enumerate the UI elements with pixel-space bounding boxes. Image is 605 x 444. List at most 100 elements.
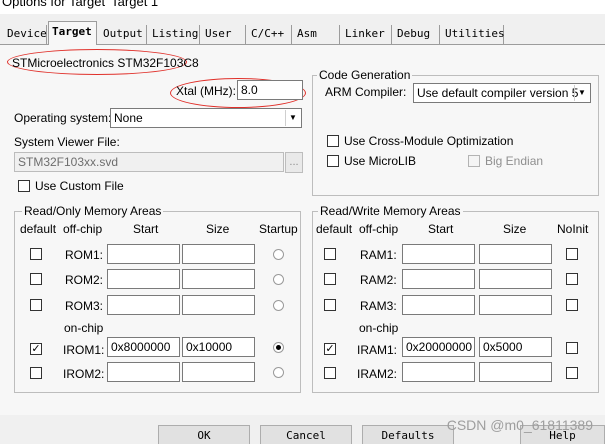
tab-strip: Device Target Output Listing User C/C++ … <box>0 20 605 45</box>
ram1-label: RAM1: <box>360 248 397 262</box>
tab-c-cpp[interactable]: C/C++ <box>247 25 292 44</box>
iram2-start-input[interactable] <box>402 362 475 382</box>
ram2-noinit-checkbox[interactable] <box>566 273 578 285</box>
microlib-label: Use MicroLIB <box>344 154 417 168</box>
tab-output[interactable]: Output <box>99 25 147 44</box>
tab-target[interactable]: Target <box>48 21 97 45</box>
irom2-default-checkbox[interactable] <box>30 367 42 379</box>
irom1-label: IROM1: <box>63 343 105 357</box>
tab-listing[interactable]: Listing <box>148 25 200 44</box>
irom2-startup-radio[interactable] <box>273 367 284 378</box>
ro-header-default: default <box>20 222 57 236</box>
ram2-default-checkbox[interactable] <box>324 273 336 285</box>
rom3-size-input[interactable] <box>182 295 255 315</box>
chevron-down-icon: ▼ <box>285 110 300 126</box>
readonly-memory-title: Read/Only Memory Areas <box>22 204 164 218</box>
tab-user[interactable]: User <box>201 25 246 44</box>
tab-device[interactable]: Device <box>3 25 47 44</box>
readwrite-memory-title: Read/Write Memory Areas <box>318 204 463 218</box>
tab-asm[interactable]: Asm <box>293 25 340 44</box>
rom2-default-checkbox[interactable] <box>30 273 42 285</box>
irom2-size-input[interactable] <box>182 362 255 382</box>
tab-utilities[interactable]: Utilities <box>441 25 505 44</box>
ram2-start-input[interactable] <box>402 269 475 289</box>
compiler-label: ARM Compiler: <box>325 85 407 99</box>
ram1-start-input[interactable] <box>402 244 475 264</box>
irom1-default-checkbox[interactable]: ✓ <box>30 343 42 355</box>
rom3-label: ROM3: <box>65 299 104 313</box>
tab-debug[interactable]: Debug <box>393 25 440 44</box>
code-generation-title: Code Generation <box>317 68 413 82</box>
irom1-size-input[interactable]: 0x10000 <box>182 337 255 357</box>
iram1-start-input[interactable]: 0x20000000 <box>402 337 475 357</box>
ro-header-offchip: off-chip <box>63 222 103 236</box>
ram3-size-input[interactable] <box>479 295 552 315</box>
defaults-button[interactable]: Defaults <box>362 425 454 444</box>
ram2-label: RAM2: <box>360 273 397 287</box>
rw-onchip-label: on-chip <box>359 321 399 335</box>
rw-header-start: Start <box>428 222 454 236</box>
rw-header-size: Size <box>503 222 527 236</box>
rom2-size-input[interactable] <box>182 269 255 289</box>
microlib-checkbox[interactable] <box>327 155 339 167</box>
svf-browse-button: ... <box>285 152 303 173</box>
compiler-select-value: Use default compiler version 5 <box>417 86 579 100</box>
irom2-label: IROM2: <box>63 367 105 381</box>
rom1-startup-radio[interactable] <box>273 249 284 260</box>
svf-input: STM32F103xx.svd <box>14 152 284 172</box>
ro-header-start: Start <box>133 222 159 236</box>
ram2-size-input[interactable] <box>479 269 552 289</box>
ram1-noinit-checkbox[interactable] <box>566 248 578 260</box>
target-panel: STMicroelectronics STM32F103C8 Xtal (MHz… <box>0 45 605 415</box>
rom3-default-checkbox[interactable] <box>30 299 42 311</box>
tab-linker[interactable]: Linker <box>341 25 392 44</box>
rom2-start-input[interactable] <box>107 269 180 289</box>
iram2-size-input[interactable] <box>479 362 552 382</box>
os-select[interactable]: None ▼ <box>110 108 302 128</box>
rom1-default-checkbox[interactable] <box>30 248 42 260</box>
iram1-size-input[interactable]: 0x5000 <box>479 337 552 357</box>
ok-button[interactable]: OK <box>158 425 250 444</box>
big-endian-checkbox <box>468 155 480 167</box>
chevron-down-icon: ▼ <box>574 85 589 101</box>
rw-header-offchip: off-chip <box>359 222 399 236</box>
ro-header-size: Size <box>206 222 230 236</box>
ram3-noinit-checkbox[interactable] <box>566 299 578 311</box>
watermark: CSDN @m0_61811389 <box>446 417 593 433</box>
ram3-label: RAM3: <box>360 299 397 313</box>
ro-header-startup: Startup <box>259 222 298 236</box>
ram3-default-checkbox[interactable] <box>324 299 336 311</box>
irom1-startup-radio[interactable] <box>273 342 284 353</box>
big-endian-label: Big Endian <box>485 154 544 168</box>
rom3-startup-radio[interactable] <box>273 300 284 311</box>
custom-file-label: Use Custom File <box>35 179 124 193</box>
rw-header-noinit: NoInit <box>557 222 589 236</box>
compiler-select[interactable]: Use default compiler version 5 ▼ <box>413 83 591 103</box>
iram1-default-checkbox[interactable]: ✓ <box>324 343 336 355</box>
ram1-size-input[interactable] <box>479 244 552 264</box>
cancel-button[interactable]: Cancel <box>260 425 352 444</box>
custom-file-checkbox[interactable] <box>18 180 30 192</box>
device-name: STMicroelectronics STM32F103C8 <box>12 56 199 70</box>
irom1-start-input[interactable]: 0x8000000 <box>107 337 180 357</box>
rom1-label: ROM1: <box>65 248 104 262</box>
iram2-noinit-checkbox[interactable] <box>566 367 578 379</box>
os-label: Operating system: <box>14 111 112 125</box>
rom1-size-input[interactable] <box>182 244 255 264</box>
ram3-start-input[interactable] <box>402 295 475 315</box>
iram1-label: IRAM1: <box>357 343 398 357</box>
irom2-start-input[interactable] <box>107 362 180 382</box>
window-title: Options for Target 'Target 1' <box>2 0 161 9</box>
cross-module-checkbox[interactable] <box>327 135 339 147</box>
ram1-default-checkbox[interactable] <box>324 248 336 260</box>
iram1-noinit-checkbox[interactable] <box>566 342 578 354</box>
rom3-start-input[interactable] <box>107 295 180 315</box>
xtal-label: Xtal (MHz): <box>176 84 236 98</box>
rom2-startup-radio[interactable] <box>273 274 284 285</box>
cross-module-label: Use Cross-Module Optimization <box>344 134 514 148</box>
iram2-default-checkbox[interactable] <box>324 367 336 379</box>
rom1-start-input[interactable] <box>107 244 180 264</box>
rw-header-default: default <box>316 222 353 236</box>
rom2-label: ROM2: <box>65 273 104 287</box>
xtal-input[interactable]: 8.0 <box>237 80 303 100</box>
